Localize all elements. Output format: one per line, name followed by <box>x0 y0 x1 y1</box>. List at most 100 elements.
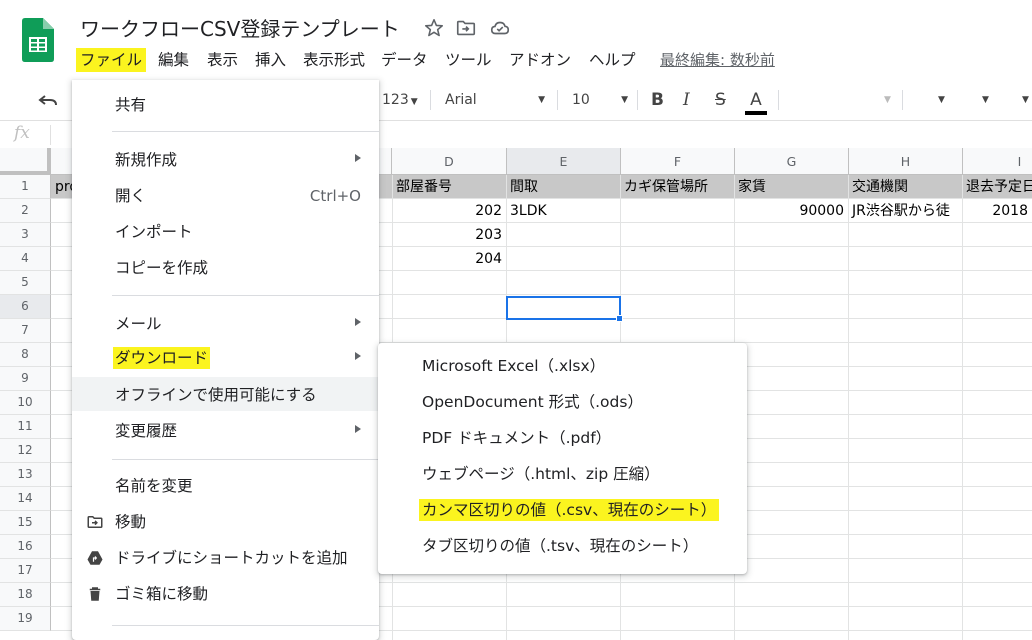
cloud-saved-icon[interactable] <box>489 17 511 39</box>
menu-file[interactable]: ファイル <box>76 48 147 72</box>
download-tsv[interactable]: タブ区切りの値（.tsv、現在のシート） <box>378 528 747 564</box>
text-color-button[interactable]: A <box>745 88 767 115</box>
menu-item-new[interactable]: 新規作成 <box>72 142 379 176</box>
select-all-corner[interactable] <box>0 148 51 175</box>
menu-insert[interactable]: 挿入 <box>251 48 290 72</box>
row-header-19[interactable]: 19 <box>0 607 51 631</box>
cell-i2[interactable]: 2018 <box>962 199 1032 223</box>
download-html[interactable]: ウェブページ（.html、zip 圧縮） <box>378 456 747 492</box>
italic-button[interactable]: I <box>683 88 690 112</box>
menu-item-rename[interactable]: 名前を変更 <box>72 468 379 502</box>
download-pdf[interactable]: PDF ドキュメント（.pdf） <box>378 420 747 456</box>
cell-e2[interactable]: 3LDK <box>506 199 620 223</box>
menu-item-label: カンマ区切りの値（.csv、現在のシート） <box>419 499 720 521</box>
menu-item-download[interactable]: ダウンロード <box>72 340 379 374</box>
row-header-9[interactable]: 9 <box>0 367 51 391</box>
download-csv[interactable]: カンマ区切りの値（.csv、現在のシート） <box>378 492 747 528</box>
row-header-7[interactable]: 7 <box>0 319 51 343</box>
menu-item-import[interactable]: インポート <box>72 214 379 248</box>
menu-item-open[interactable]: 開く Ctrl+O <box>72 178 379 212</box>
submenu-arrow-icon <box>355 318 361 326</box>
font-family-select[interactable]: Arial ▼ <box>445 88 545 112</box>
row-header-15[interactable]: 15 <box>0 511 51 535</box>
cell-h2[interactable]: JR渋谷駅から徒 <box>848 199 962 223</box>
menu-help[interactable]: ヘルプ <box>585 48 640 72</box>
menu-item-label: 開く <box>115 187 147 205</box>
menu-item-trash[interactable]: ゴミ箱に移動 <box>72 576 379 610</box>
menu-separator <box>112 131 379 132</box>
menu-addons[interactable]: アドオン <box>505 48 575 72</box>
menu-item-label: 新規作成 <box>115 151 178 169</box>
download-ods[interactable]: OpenDocument 形式（.ods） <box>378 384 747 420</box>
row-header-3[interactable]: 3 <box>0 223 51 247</box>
grid-line <box>848 175 849 640</box>
column-header-g[interactable]: G <box>735 148 849 175</box>
active-cell-e6[interactable] <box>506 296 621 320</box>
menu-data[interactable]: データ <box>377 48 432 72</box>
row-header-6[interactable]: 6 <box>0 295 51 319</box>
undo-icon[interactable] <box>36 88 60 112</box>
row-header-4[interactable]: 4 <box>0 247 51 271</box>
row-header-1[interactable]: 1 <box>0 175 51 199</box>
toolbar-divider <box>902 90 903 110</box>
sheets-logo-icon[interactable] <box>22 18 54 62</box>
menu-item-label: ドライブにショートカットを追加 <box>115 549 348 567</box>
move-folder-icon[interactable] <box>455 17 477 39</box>
column-header-i[interactable]: I <box>963 148 1032 175</box>
cell-f1[interactable]: カギ保管場所 <box>620 175 734 199</box>
submenu-arrow-icon <box>355 352 361 360</box>
menu-item-version-history[interactable]: 変更履歴 <box>72 413 379 447</box>
row-header-14[interactable]: 14 <box>0 487 51 511</box>
chevron-down-icon: ▼ <box>1022 95 1029 105</box>
cell-d1[interactable]: 部屋番号 <box>392 175 506 199</box>
fill-handle[interactable] <box>616 315 623 322</box>
text-color-swatch <box>745 111 767 115</box>
star-icon[interactable] <box>423 17 445 39</box>
submenu-arrow-icon <box>355 154 361 162</box>
last-edit-link[interactable]: 最終編集: 数秒前 <box>660 48 775 72</box>
cell-d2[interactable]: 202 <box>392 199 506 223</box>
cell-h1[interactable]: 交通機関 <box>848 175 962 199</box>
row-header-8[interactable]: 8 <box>0 343 51 367</box>
row-header-10[interactable]: 10 <box>0 391 51 415</box>
menu-item-share[interactable]: 共有 <box>72 87 379 121</box>
menu-item-move[interactable]: 移動 <box>72 504 379 538</box>
bold-button[interactable]: B <box>651 88 664 112</box>
cell-g2[interactable]: 90000 <box>734 199 848 223</box>
row-header-12[interactable]: 12 <box>0 439 51 463</box>
font-size-select[interactable]: 10 ▼ <box>572 88 628 112</box>
menu-item-label: ダウンロード <box>113 347 211 369</box>
menu-item-email[interactable]: メール <box>72 306 379 340</box>
cell-i1[interactable]: 退去予定日 <box>962 175 1032 199</box>
menu-item-offline[interactable]: オフラインで使用可能にする <box>72 377 379 411</box>
cell-d3[interactable]: 203 <box>392 223 506 247</box>
download-xlsx[interactable]: Microsoft Excel（.xlsx） <box>378 348 747 384</box>
column-header-f[interactable]: F <box>621 148 735 175</box>
column-header-e[interactable]: E <box>507 148 621 175</box>
menu-item-add-shortcut[interactable]: ドライブにショートカットを追加 <box>72 540 379 574</box>
row-header-18[interactable]: 18 <box>0 583 51 607</box>
document-title[interactable]: ワークフローCSV登録テンプレート <box>80 13 400 42</box>
column-header-d[interactable]: D <box>392 148 507 175</box>
strikethrough-button[interactable]: S <box>715 88 726 112</box>
cell-e1[interactable]: 間取 <box>506 175 620 199</box>
row-header-17[interactable]: 17 <box>0 559 51 583</box>
column-header-h[interactable]: H <box>849 148 963 175</box>
row-header-16[interactable]: 16 <box>0 535 51 559</box>
menu-view[interactable]: 表示 <box>203 48 242 72</box>
row-header-13[interactable]: 13 <box>0 463 51 487</box>
row-header-2[interactable]: 2 <box>0 199 51 223</box>
menu-item-label: オフラインで使用可能にする <box>115 386 317 404</box>
menu-tools[interactable]: ツール <box>441 48 496 72</box>
menu-edit[interactable]: 編集 <box>154 48 193 72</box>
menu-item-make-copy[interactable]: コピーを作成 <box>72 250 379 284</box>
chevron-down-icon: ▼ <box>938 95 945 105</box>
cell-d4[interactable]: 204 <box>392 247 506 271</box>
number-format-button[interactable]: 123 ▼ <box>382 88 418 112</box>
cell-g1[interactable]: 家賃 <box>734 175 848 199</box>
menu-format[interactable]: 表示形式 <box>299 48 369 72</box>
row-header-5[interactable]: 5 <box>0 271 51 295</box>
menu-separator <box>112 295 379 296</box>
row-header-11[interactable]: 11 <box>0 415 51 439</box>
menu-item-label: Microsoft Excel（.xlsx） <box>422 357 606 375</box>
